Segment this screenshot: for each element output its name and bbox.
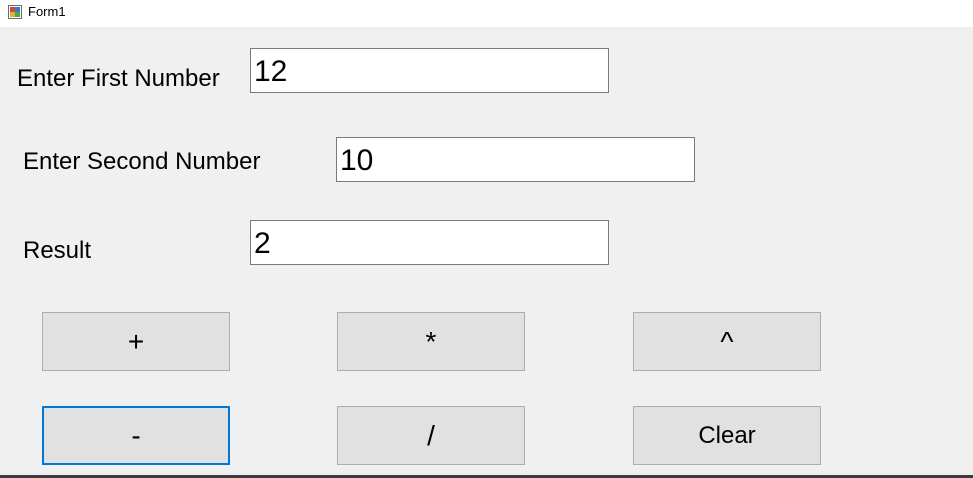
clear-button[interactable]: Clear bbox=[633, 406, 821, 465]
add-button[interactable]: + bbox=[42, 312, 230, 371]
app-window: Form1 Enter First Number Enter Second Nu… bbox=[0, 0, 973, 478]
multiply-button[interactable]: * bbox=[337, 312, 525, 371]
divide-button[interactable]: / bbox=[337, 406, 525, 465]
power-button[interactable]: ^ bbox=[633, 312, 821, 371]
title-bar[interactable]: Form1 bbox=[0, 0, 973, 27]
result-output[interactable] bbox=[250, 220, 609, 265]
subtract-button[interactable]: - bbox=[42, 406, 230, 465]
result-label: Result bbox=[23, 237, 92, 264]
second-number-label: Enter Second Number bbox=[23, 148, 261, 175]
first-number-label: Enter First Number bbox=[17, 65, 220, 92]
app-icon bbox=[8, 5, 22, 19]
second-number-input[interactable] bbox=[336, 137, 695, 182]
window-title: Form1 bbox=[28, 4, 66, 19]
first-number-input[interactable] bbox=[250, 48, 609, 93]
